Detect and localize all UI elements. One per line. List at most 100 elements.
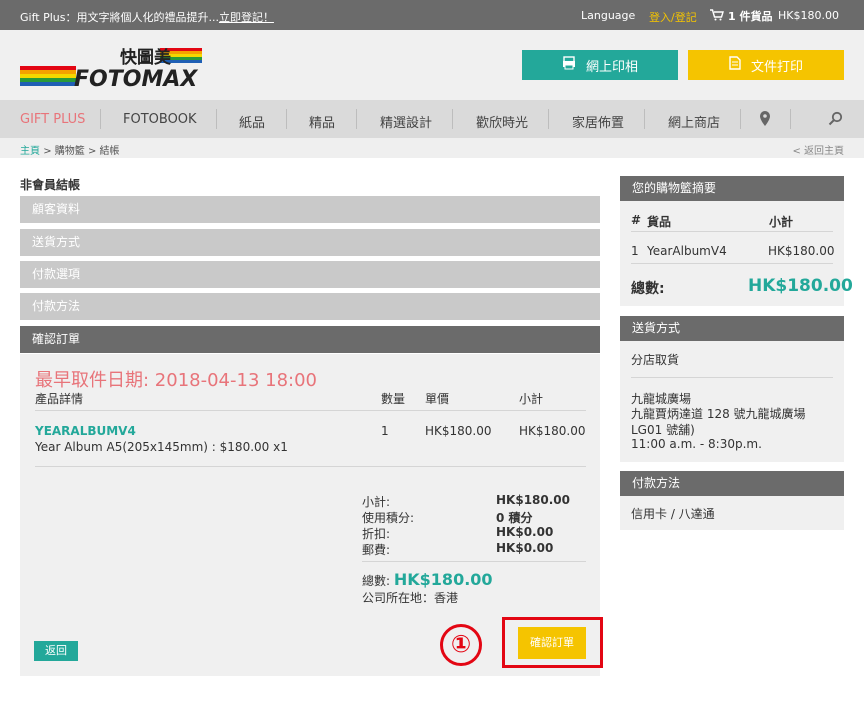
breadcrumb-sep: > bbox=[87, 146, 97, 157]
summary-discount-label: 折扣: bbox=[362, 527, 391, 541]
divider bbox=[362, 561, 586, 562]
order-total-label: 總數: bbox=[362, 574, 391, 588]
breadcrumb-bar: 主頁 > 購物籃 > 結帳 < 返回主頁 bbox=[0, 138, 864, 158]
document-print-label: 文件打印 bbox=[750, 59, 803, 75]
payment-header: 付款方法 bbox=[620, 471, 844, 496]
nav-paper[interactable]: 紙品 bbox=[239, 112, 265, 131]
cart-row-item: YearAlbumV4 bbox=[647, 244, 727, 258]
branch-address-unit: LG01 號舖) bbox=[631, 423, 695, 437]
location-pin-icon[interactable] bbox=[759, 110, 771, 131]
top-bar: Gift Plus：用文字將個人化的禮品提升...立即登記！ Language … bbox=[0, 0, 864, 30]
nav-happy-times[interactable]: 歡欣時光 bbox=[476, 112, 528, 131]
cart-col-num: # bbox=[631, 213, 642, 227]
delivery-header: 送貨方式 bbox=[620, 316, 844, 341]
nav-divider bbox=[548, 109, 549, 129]
product-unit-price: HK$180.00 bbox=[425, 424, 492, 438]
divider bbox=[35, 466, 586, 467]
step-customer-info[interactable]: 顧客資料 bbox=[20, 196, 600, 223]
cart-summary-panel: # 貨品 小計 1 YearAlbumV4 HK$180.00 總數: HK$1… bbox=[620, 201, 853, 306]
delivery-panel: 分店取貨 九龍城廣場 九龍賈炳達道 128 號九龍城廣場 LG01 號舖) 11… bbox=[620, 341, 844, 462]
step-marker: ① bbox=[440, 624, 482, 666]
nav-online-shop[interactable]: 網上商店 bbox=[668, 112, 720, 131]
branch-address: 九龍賈炳達道 128 號九龍城廣場 bbox=[631, 407, 806, 421]
col-header-qty: 數量 bbox=[381, 392, 406, 406]
promo-message: Gift Plus：用文字將個人化的禮品提升... bbox=[20, 11, 219, 24]
photo-print-icon bbox=[562, 56, 576, 74]
back-to-home-link[interactable]: < 返回主頁 bbox=[792, 142, 844, 157]
summary-subtotal-label: 小計: bbox=[362, 495, 391, 509]
breadcrumb-home[interactable]: 主頁 bbox=[20, 146, 40, 157]
nav-gift-plus[interactable]: GIFT PLUS bbox=[20, 112, 85, 127]
promo-text: Gift Plus：用文字將個人化的禮品提升...立即登記！ bbox=[20, 9, 274, 25]
nav-featured-design[interactable]: 精選設計 bbox=[380, 112, 432, 131]
summary-postage-label: 郵費: bbox=[362, 543, 391, 557]
nav-divider bbox=[790, 109, 791, 129]
product-name: YEARALBUMV4 bbox=[35, 424, 136, 438]
nav-divider bbox=[216, 109, 217, 129]
summary-discount-value: HK$0.00 bbox=[496, 525, 554, 539]
nav-fotobook[interactable]: FOTOBOOK bbox=[123, 112, 197, 127]
company-location: 公司所在地：香港 bbox=[362, 591, 459, 605]
brand-chinese: 快圖美 bbox=[120, 47, 172, 68]
product-qty: 1 bbox=[381, 424, 389, 438]
col-header-product: 產品詳情 bbox=[35, 392, 84, 406]
login-link[interactable]: 登入/登記 bbox=[649, 9, 697, 25]
nav-gifts[interactable]: 精品 bbox=[309, 112, 335, 131]
back-button[interactable]: 返回 bbox=[34, 641, 78, 661]
cart-col-subtotal: 小計 bbox=[769, 215, 794, 229]
cart-col-item: 貨品 bbox=[647, 215, 672, 229]
nav-home-decor[interactable]: 家居佈置 bbox=[572, 112, 624, 131]
cart-total-label: 總數: bbox=[631, 281, 665, 297]
order-total-value: HK$180.00 bbox=[393, 570, 493, 589]
order-total: 總數: HK$180.00 bbox=[362, 570, 493, 589]
online-print-label: 網上印相 bbox=[585, 59, 638, 75]
language-selector[interactable]: Language bbox=[581, 9, 635, 22]
cart-amount: HK$180.00 bbox=[778, 9, 839, 22]
payment-panel: 信用卡 / 八達通 bbox=[620, 496, 844, 530]
col-header-price: 單價 bbox=[425, 392, 450, 406]
divider bbox=[35, 410, 586, 411]
cart-total-value: HK$180.00 bbox=[748, 276, 853, 296]
step-delivery-method[interactable]: 送貨方式 bbox=[20, 229, 600, 256]
breadcrumb-checkout: 結帳 bbox=[99, 146, 120, 157]
document-print-button[interactable]: 文件打印 bbox=[688, 50, 844, 80]
page-title: 非會員結帳 bbox=[20, 178, 81, 192]
step-confirm-order: 確認訂單 bbox=[20, 326, 600, 353]
nav-divider bbox=[740, 109, 741, 129]
col-header-subtotal: 小計 bbox=[519, 392, 544, 406]
step-payment-options[interactable]: 付款選項 bbox=[20, 261, 600, 288]
branch-hours: 11:00 a.m. - 8:30p.m. bbox=[631, 437, 762, 451]
main-nav: GIFT PLUS FOTOBOOK 紙品 精品 精選設計 歡欣時光 家居佈置 … bbox=[0, 100, 864, 138]
nav-divider bbox=[286, 109, 287, 129]
fotomax-logo[interactable]: 快圖美 FOTOMAX bbox=[20, 46, 202, 92]
breadcrumb-cart[interactable]: 購物籃 bbox=[55, 146, 85, 157]
brand-name: FOTOMAX bbox=[74, 67, 198, 88]
step-payment-method[interactable]: 付款方法 bbox=[20, 293, 600, 320]
cart-row-subtotal: HK$180.00 bbox=[768, 244, 835, 258]
cart-link[interactable]: 1 件貨品 bbox=[710, 8, 772, 24]
summary-postage-value: HK$0.00 bbox=[496, 541, 554, 555]
product-description: Year Album A5(205x145mm) : $180.00 x1 bbox=[35, 440, 288, 454]
cart-count: 1 件貨品 bbox=[728, 10, 773, 23]
summary-subtotal-value: HK$180.00 bbox=[496, 493, 570, 507]
summary-points-value: 0 積分 bbox=[496, 511, 533, 525]
register-link[interactable]: 立即登記！ bbox=[219, 11, 274, 24]
confirm-order-button[interactable]: 確認訂單 bbox=[518, 627, 586, 659]
cart-row-num: 1 bbox=[631, 244, 639, 258]
divider bbox=[631, 377, 833, 378]
payment-method: 信用卡 / 八達通 bbox=[631, 507, 715, 521]
search-icon[interactable] bbox=[828, 111, 843, 130]
online-print-button[interactable]: 網上印相 bbox=[522, 50, 678, 80]
cart-summary-header: 您的購物籃摘要 bbox=[620, 176, 844, 201]
breadcrumb-sep: > bbox=[43, 146, 52, 157]
product-subtotal: HK$180.00 bbox=[519, 424, 586, 438]
summary-points-label: 使用積分: bbox=[362, 511, 415, 525]
divider bbox=[631, 231, 833, 232]
breadcrumb: 主頁 > 購物籃 > 結帳 bbox=[20, 142, 120, 157]
nav-divider bbox=[452, 109, 453, 129]
site-header: 快圖美 FOTOMAX 網上印相 文件打印 bbox=[0, 30, 864, 100]
earliest-pickup-date: 最早取件日期: 2018-04-13 18:00 bbox=[35, 370, 317, 391]
nav-divider bbox=[100, 109, 101, 129]
nav-divider bbox=[644, 109, 645, 129]
delivery-method: 分店取貨 bbox=[631, 353, 680, 367]
